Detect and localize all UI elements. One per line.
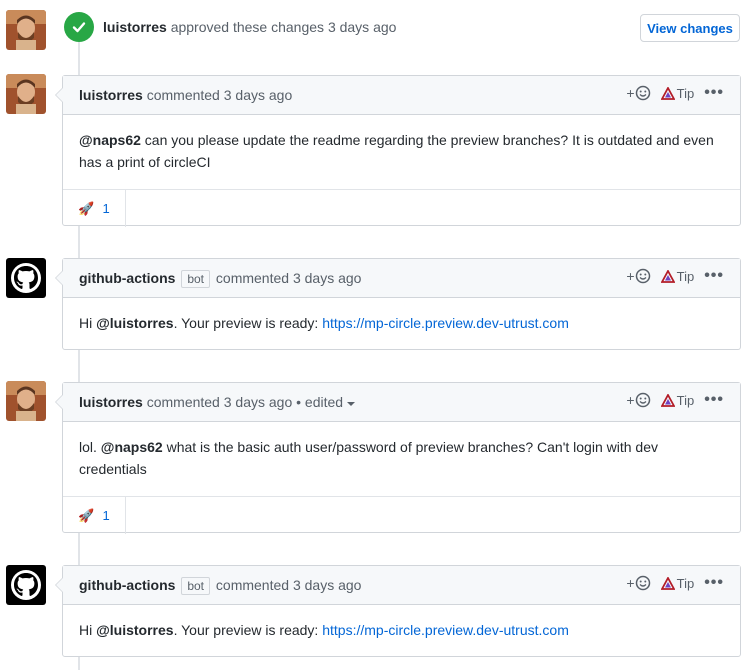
comment-header: github-actions bot commented 3 days ago … bbox=[63, 259, 740, 298]
reactions-bar: 🚀 1 bbox=[63, 496, 740, 534]
rocket-icon: 🚀 bbox=[78, 200, 95, 216]
edited-dropdown[interactable]: • edited bbox=[296, 394, 355, 410]
mention[interactable]: @naps62 bbox=[101, 439, 163, 455]
comment-text: what is the basic auth user/password of … bbox=[79, 439, 658, 477]
tip-button[interactable]: Tip bbox=[660, 576, 694, 591]
comment-text: . Your preview is ready: bbox=[173, 622, 319, 638]
approval-action: approved these changes bbox=[170, 19, 325, 35]
bot-badge: bot bbox=[181, 577, 211, 595]
comment: github-actions bot commented 3 days ago … bbox=[55, 565, 741, 657]
comment-time[interactable]: 3 days ago bbox=[224, 394, 293, 410]
mention[interactable]: @naps62 bbox=[79, 132, 141, 148]
comment-time[interactable]: 3 days ago bbox=[293, 270, 362, 286]
comment: luistorres commented 3 days ago + Tip ••… bbox=[55, 75, 741, 227]
add-reaction-button[interactable]: + bbox=[626, 392, 650, 408]
comment: github-actions bot commented 3 days ago … bbox=[55, 258, 741, 350]
comment-time[interactable]: 3 days ago bbox=[293, 577, 362, 593]
comment-header: luistorres commented 3 days ago • edited… bbox=[63, 383, 740, 422]
comment-prefix: Hi bbox=[79, 315, 93, 331]
comment-header: github-actions bot commented 3 days ago … bbox=[63, 566, 740, 605]
mention[interactable]: @luistorres bbox=[96, 315, 173, 331]
comment-time[interactable]: 3 days ago bbox=[224, 87, 293, 103]
comment-prefix: Hi bbox=[79, 622, 93, 638]
add-reaction-button[interactable]: + bbox=[626, 85, 650, 101]
comment-verb: commented bbox=[215, 577, 290, 593]
avatar-github-actions[interactable] bbox=[6, 258, 46, 298]
comment-text: . Your preview is ready: bbox=[173, 315, 319, 331]
comment-author[interactable]: luistorres bbox=[79, 87, 143, 103]
mention[interactable]: @luistorres bbox=[96, 622, 173, 638]
comment-body: Hi @luistorres. Your preview is ready: h… bbox=[63, 605, 740, 657]
comment-text: can you please update the readme regardi… bbox=[79, 132, 714, 170]
tip-triangle-icon bbox=[660, 393, 675, 407]
comment-verb: commented bbox=[146, 394, 220, 410]
more-options-icon[interactable]: ••• bbox=[704, 392, 724, 408]
tip-triangle-icon bbox=[660, 576, 675, 590]
rocket-reaction-button[interactable]: 🚀 1 bbox=[63, 497, 126, 534]
comment: luistorres commented 3 days ago • edited… bbox=[55, 382, 741, 534]
more-options-icon[interactable]: ••• bbox=[704, 575, 724, 591]
smiley-icon bbox=[635, 85, 650, 101]
smiley-icon bbox=[635, 392, 650, 408]
tip-triangle-icon bbox=[660, 269, 675, 283]
tip-button[interactable]: Tip bbox=[660, 86, 694, 101]
reaction-count: 1 bbox=[102, 201, 110, 216]
rocket-reaction-button[interactable]: 🚀 1 bbox=[63, 190, 126, 227]
reaction-count: 1 bbox=[102, 508, 110, 523]
bot-badge: bot bbox=[181, 270, 211, 288]
add-reaction-button[interactable]: + bbox=[626, 268, 650, 284]
approval-user[interactable]: luistorres bbox=[103, 19, 167, 35]
rocket-icon: 🚀 bbox=[78, 507, 95, 523]
smiley-icon bbox=[635, 575, 650, 591]
avatar-luistorres[interactable] bbox=[6, 381, 46, 421]
reactions-bar: 🚀 1 bbox=[63, 189, 740, 227]
comment-author[interactable]: github-actions bbox=[79, 270, 175, 286]
avatar-github-actions[interactable] bbox=[6, 565, 46, 605]
comment-prefix: lol. bbox=[79, 439, 97, 455]
approval-time[interactable]: 3 days ago bbox=[328, 19, 397, 35]
approved-check-icon bbox=[64, 12, 94, 42]
more-options-icon[interactable]: ••• bbox=[704, 85, 724, 101]
tip-button[interactable]: Tip bbox=[660, 269, 694, 284]
avatar-luistorres[interactable] bbox=[6, 10, 46, 50]
comment-body: lol. @naps62 what is the basic auth user… bbox=[63, 422, 740, 496]
comment-header: luistorres commented 3 days ago + Tip ••… bbox=[63, 76, 740, 115]
add-reaction-button[interactable]: + bbox=[626, 575, 650, 591]
smiley-icon bbox=[635, 268, 650, 284]
more-options-icon[interactable]: ••• bbox=[704, 268, 724, 284]
comment-author[interactable]: github-actions bbox=[79, 577, 175, 593]
comment-body: Hi @luistorres. Your preview is ready: h… bbox=[63, 298, 740, 350]
avatar-luistorres[interactable] bbox=[6, 74, 46, 114]
comment-body: @naps62 can you please update the readme… bbox=[63, 115, 740, 189]
tip-triangle-icon bbox=[660, 86, 675, 100]
tip-button[interactable]: Tip bbox=[660, 393, 694, 408]
caret-down-icon bbox=[346, 402, 355, 406]
comment-author[interactable]: luistorres bbox=[79, 394, 143, 410]
preview-link[interactable]: https://mp-circle.preview.dev-utrust.com bbox=[322, 315, 569, 331]
comment-verb: commented bbox=[146, 87, 220, 103]
approval-event: luistorres approved these changes 3 days… bbox=[0, 0, 747, 56]
view-changes-button[interactable]: View changes bbox=[640, 14, 740, 42]
preview-link[interactable]: https://mp-circle.preview.dev-utrust.com bbox=[322, 622, 569, 638]
comment-verb: commented bbox=[215, 270, 290, 286]
approval-text: luistorres approved these changes 3 days… bbox=[103, 19, 396, 35]
